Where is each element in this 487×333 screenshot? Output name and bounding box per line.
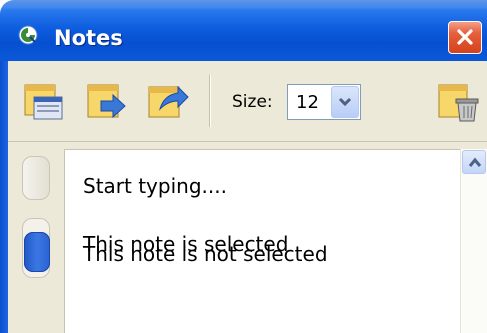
note-text-area[interactable]: Start typing.... This note is selected T… bbox=[64, 149, 460, 333]
unselected-note-text: This note is not selected bbox=[83, 242, 328, 266]
toolbar: Size: 12 bbox=[8, 61, 487, 142]
export-note-button[interactable] bbox=[146, 79, 190, 123]
chevron-down-icon bbox=[338, 97, 352, 107]
delete-note-button[interactable] bbox=[436, 79, 480, 123]
vertical-scrollbar[interactable] bbox=[460, 149, 487, 333]
scroll-up-button[interactable] bbox=[462, 150, 486, 174]
toolbar-separator bbox=[209, 75, 210, 127]
chevron-up-icon bbox=[468, 157, 482, 167]
new-note-window-icon bbox=[24, 84, 63, 120]
window-border-left bbox=[0, 61, 8, 333]
trash-note-icon bbox=[438, 84, 479, 122]
size-label: Size: bbox=[232, 92, 273, 112]
import-note-button[interactable] bbox=[85, 79, 129, 123]
close-button[interactable] bbox=[448, 21, 482, 54]
note-tab-unselected[interactable] bbox=[22, 156, 50, 200]
note-tabs-gutter bbox=[8, 142, 64, 333]
note-tab-selected[interactable] bbox=[24, 232, 50, 272]
note-arrow-in-icon bbox=[87, 84, 126, 119]
title-bar[interactable]: Notes bbox=[0, 0, 487, 61]
size-dropdown[interactable]: 12 bbox=[287, 84, 361, 120]
note-placeholder-text: Start typing.... bbox=[83, 174, 227, 198]
close-icon bbox=[457, 29, 473, 45]
notes-area: Start typing.... This note is selected T… bbox=[8, 142, 487, 333]
new-note-button[interactable] bbox=[22, 79, 66, 123]
size-dropdown-button[interactable] bbox=[331, 86, 359, 118]
note-arrow-out-icon bbox=[148, 85, 189, 118]
notes-window: Notes Size: 12 Start typing.... This not… bbox=[0, 0, 487, 333]
window-title: Notes bbox=[54, 26, 123, 50]
size-value: 12 bbox=[296, 92, 319, 113]
notes-app-icon bbox=[18, 25, 38, 45]
